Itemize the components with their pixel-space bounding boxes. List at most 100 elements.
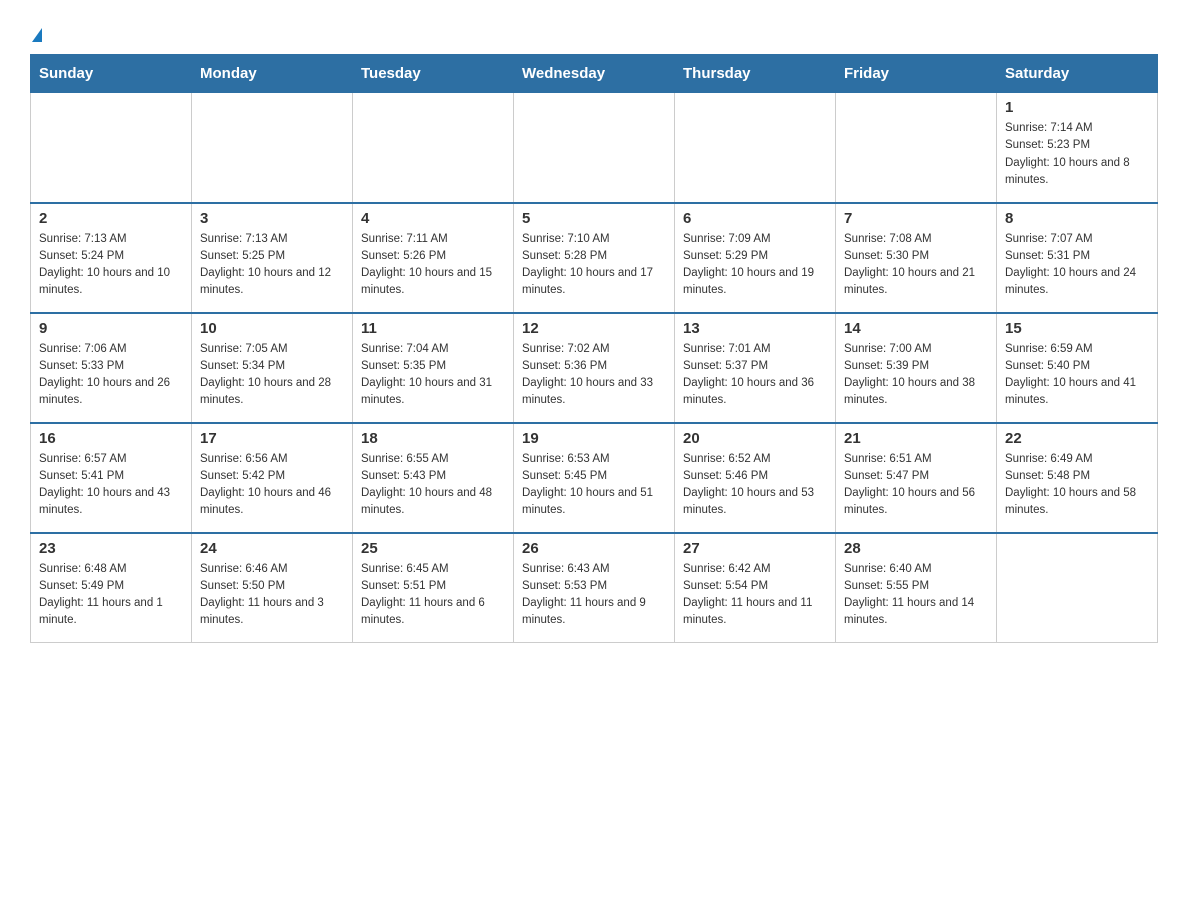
col-header-saturday: Saturday [997, 55, 1158, 93]
day-info: Sunrise: 7:14 AMSunset: 5:23 PMDaylight:… [1005, 120, 1149, 189]
day-info: Sunrise: 7:08 AMSunset: 5:30 PMDaylight:… [844, 231, 988, 300]
day-info: Sunrise: 7:00 AMSunset: 5:39 PMDaylight:… [844, 341, 988, 410]
calendar-cell: 11 Sunrise: 7:04 AMSunset: 5:35 PMDayligh… [353, 313, 514, 423]
calendar-cell [836, 93, 997, 203]
day-info: Sunrise: 6:55 AMSunset: 5:43 PMDaylight:… [361, 451, 505, 520]
day-info: Sunrise: 7:07 AMSunset: 5:31 PMDaylight:… [1005, 231, 1149, 300]
day-number: 26 [522, 540, 666, 557]
day-info: Sunrise: 6:52 AMSunset: 5:46 PMDaylight:… [683, 451, 827, 520]
day-number: 19 [522, 430, 666, 447]
calendar-cell [192, 93, 353, 203]
day-info: Sunrise: 7:04 AMSunset: 5:35 PMDaylight:… [361, 341, 505, 410]
day-number: 10 [200, 320, 344, 337]
day-number: 5 [522, 210, 666, 227]
calendar-cell: 3 Sunrise: 7:13 AMSunset: 5:25 PMDaylight… [192, 203, 353, 313]
day-number: 23 [39, 540, 183, 557]
day-info: Sunrise: 7:02 AMSunset: 5:36 PMDaylight:… [522, 341, 666, 410]
day-number: 15 [1005, 320, 1149, 337]
day-info: Sunrise: 6:43 AMSunset: 5:53 PMDaylight:… [522, 561, 666, 630]
day-info: Sunrise: 7:06 AMSunset: 5:33 PMDaylight:… [39, 341, 183, 410]
day-number: 6 [683, 210, 827, 227]
calendar-cell [514, 93, 675, 203]
day-number: 12 [522, 320, 666, 337]
day-info: Sunrise: 6:53 AMSunset: 5:45 PMDaylight:… [522, 451, 666, 520]
calendar-week-2: 2 Sunrise: 7:13 AMSunset: 5:24 PMDaylight… [31, 203, 1158, 313]
calendar-cell: 18 Sunrise: 6:55 AMSunset: 5:43 PMDayligh… [353, 423, 514, 533]
calendar-cell: 10Sunrise: 7:05 AMSunset: 5:34 PMDayligh… [192, 313, 353, 423]
day-info: Sunrise: 6:42 AMSunset: 5:54 PMDaylight:… [683, 561, 827, 630]
col-header-friday: Friday [836, 55, 997, 93]
calendar-cell [31, 93, 192, 203]
day-info: Sunrise: 6:40 AMSunset: 5:55 PMDaylight:… [844, 561, 988, 630]
calendar-cell: 2 Sunrise: 7:13 AMSunset: 5:24 PMDaylight… [31, 203, 192, 313]
calendar-cell: 8 Sunrise: 7:07 AMSunset: 5:31 PMDaylight… [997, 203, 1158, 313]
day-info: Sunrise: 7:01 AMSunset: 5:37 PMDaylight:… [683, 341, 827, 410]
calendar-cell [675, 93, 836, 203]
calendar-cell: 13 Sunrise: 7:01 AMSunset: 5:37 PMDayligh… [675, 313, 836, 423]
day-info: Sunrise: 6:48 AMSunset: 5:49 PMDaylight:… [39, 561, 183, 630]
calendar-week-5: 23 Sunrise: 6:48 AMSunset: 5:49 PMDayligh… [31, 533, 1158, 643]
day-number: 25 [361, 540, 505, 557]
day-number: 27 [683, 540, 827, 557]
day-info: Sunrise: 6:46 AMSunset: 5:50 PMDaylight:… [200, 561, 344, 630]
day-number: 11 [361, 320, 505, 337]
col-header-tuesday: Tuesday [353, 55, 514, 93]
day-info: Sunrise: 6:51 AMSunset: 5:47 PMDaylight:… [844, 451, 988, 520]
calendar-cell: 25 Sunrise: 6:45 AMSunset: 5:51 PMDayligh… [353, 533, 514, 643]
calendar-cell: 22Sunrise: 6:49 AMSunset: 5:48 PMDayligh… [997, 423, 1158, 533]
calendar-week-4: 16 Sunrise: 6:57 AMSunset: 5:41 PMDayligh… [31, 423, 1158, 533]
page-header [30, 20, 1158, 44]
day-info: Sunrise: 7:11 AMSunset: 5:26 PMDaylight:… [361, 231, 505, 300]
calendar-cell: 16 Sunrise: 6:57 AMSunset: 5:41 PMDayligh… [31, 423, 192, 533]
day-number: 8 [1005, 210, 1149, 227]
calendar-cell: 21 Sunrise: 6:51 AMSunset: 5:47 PMDayligh… [836, 423, 997, 533]
day-number: 17 [200, 430, 344, 447]
day-info: Sunrise: 7:13 AMSunset: 5:25 PMDaylight:… [200, 231, 344, 300]
day-info: Sunrise: 6:57 AMSunset: 5:41 PMDaylight:… [39, 451, 183, 520]
logo-arrow-icon [32, 28, 42, 42]
day-info: Sunrise: 6:56 AMSunset: 5:42 PMDaylight:… [200, 451, 344, 520]
calendar-cell [997, 533, 1158, 643]
calendar-cell: 24 Sunrise: 6:46 AMSunset: 5:50 PMDayligh… [192, 533, 353, 643]
calendar-cell: 26 Sunrise: 6:43 AMSunset: 5:53 PMDayligh… [514, 533, 675, 643]
day-number: 24 [200, 540, 344, 557]
day-number: 16 [39, 430, 183, 447]
day-info: Sunrise: 6:49 AMSunset: 5:48 PMDaylight:… [1005, 451, 1149, 520]
day-number: 28 [844, 540, 988, 557]
calendar-cell: 12 Sunrise: 7:02 AMSunset: 5:36 PMDayligh… [514, 313, 675, 423]
calendar-header-row: SundayMondayTuesdayWednesdayThursdayFrid… [31, 55, 1158, 93]
calendar-cell [353, 93, 514, 203]
calendar-table: SundayMondayTuesdayWednesdayThursdayFrid… [30, 54, 1158, 643]
calendar-week-1: 1 Sunrise: 7:14 AMSunset: 5:23 PMDaylight… [31, 93, 1158, 203]
day-info: Sunrise: 6:59 AMSunset: 5:40 PMDaylight:… [1005, 341, 1149, 410]
calendar-cell: 6 Sunrise: 7:09 AMSunset: 5:29 PMDaylight… [675, 203, 836, 313]
logo [30, 20, 42, 44]
calendar-cell: 7 Sunrise: 7:08 AMSunset: 5:30 PMDaylight… [836, 203, 997, 313]
day-info: Sunrise: 7:09 AMSunset: 5:29 PMDaylight:… [683, 231, 827, 300]
col-header-wednesday: Wednesday [514, 55, 675, 93]
calendar-cell: 9 Sunrise: 7:06 AMSunset: 5:33 PMDaylight… [31, 313, 192, 423]
day-info: Sunrise: 7:13 AMSunset: 5:24 PMDaylight:… [39, 231, 183, 300]
day-number: 14 [844, 320, 988, 337]
day-number: 13 [683, 320, 827, 337]
calendar-cell: 20 Sunrise: 6:52 AMSunset: 5:46 PMDayligh… [675, 423, 836, 533]
day-info: Sunrise: 6:45 AMSunset: 5:51 PMDaylight:… [361, 561, 505, 630]
logo-top-line [30, 20, 42, 44]
calendar-week-3: 9 Sunrise: 7:06 AMSunset: 5:33 PMDaylight… [31, 313, 1158, 423]
calendar-cell: 27 Sunrise: 6:42 AMSunset: 5:54 PMDayligh… [675, 533, 836, 643]
day-number: 4 [361, 210, 505, 227]
calendar-cell: 15 Sunrise: 6:59 AMSunset: 5:40 PMDayligh… [997, 313, 1158, 423]
calendar-cell: 1 Sunrise: 7:14 AMSunset: 5:23 PMDaylight… [997, 93, 1158, 203]
day-number: 21 [844, 430, 988, 447]
calendar-cell: 23 Sunrise: 6:48 AMSunset: 5:49 PMDayligh… [31, 533, 192, 643]
day-number: 9 [39, 320, 183, 337]
day-number: 3 [200, 210, 344, 227]
day-number: 7 [844, 210, 988, 227]
calendar-cell: 17 Sunrise: 6:56 AMSunset: 5:42 PMDayligh… [192, 423, 353, 533]
calendar-cell: 4 Sunrise: 7:11 AMSunset: 5:26 PMDaylight… [353, 203, 514, 313]
day-number: 2 [39, 210, 183, 227]
calendar-cell: 28 Sunrise: 6:40 AMSunset: 5:55 PMDayligh… [836, 533, 997, 643]
day-number: 1 [1005, 99, 1149, 116]
day-number: 20 [683, 430, 827, 447]
day-number: 18 [361, 430, 505, 447]
